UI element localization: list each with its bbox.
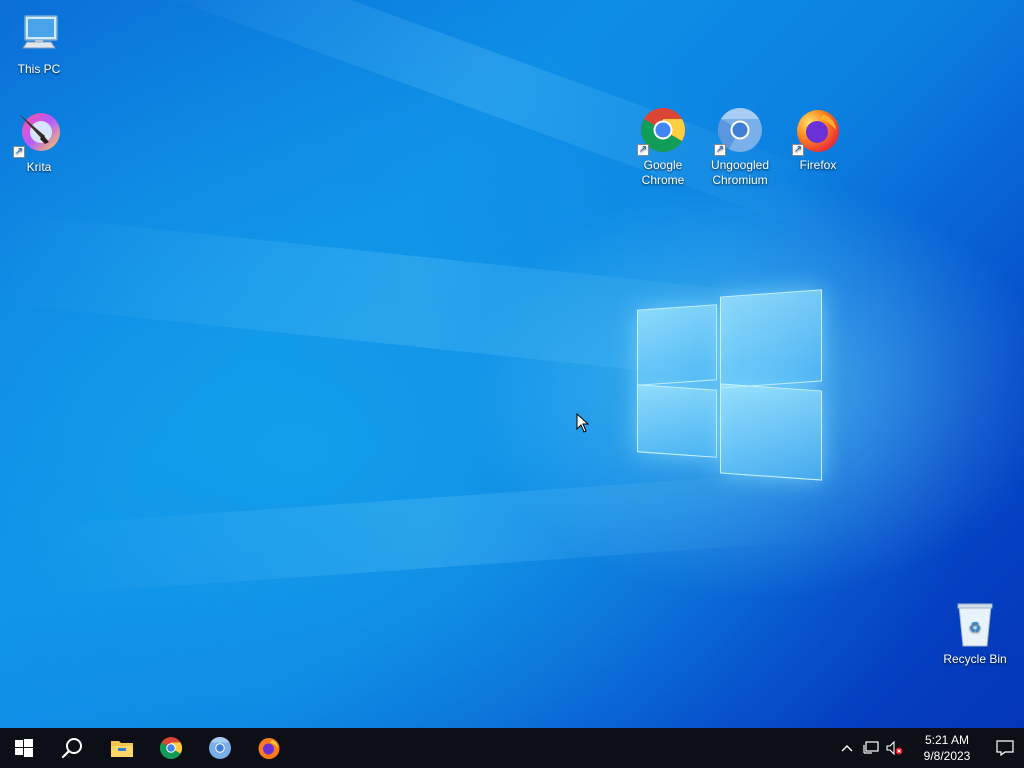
- firefox-icon: ↗: [792, 106, 842, 156]
- chromium-icon: ↗: [714, 106, 764, 156]
- network-icon: [863, 741, 879, 754]
- clock-time: 5:21 AM: [924, 733, 970, 747]
- taskbar: 5:21 AM 9/8/2023: [0, 728, 1024, 768]
- shortcut-arrow-icon: ↗: [13, 146, 25, 158]
- desktop[interactable]: This PC ↗ Krita ↗ Google Chrome ↗ Ungoog…: [0, 0, 1024, 728]
- chrome-icon: ↗: [637, 106, 687, 156]
- search-icon: [61, 738, 82, 759]
- desktop-icon-label: Recycle Bin: [943, 652, 1007, 666]
- clock[interactable]: 5:21 AM 9/8/2023: [908, 728, 986, 768]
- network-button[interactable]: [860, 728, 882, 768]
- desktop-icon-this-pc[interactable]: This PC: [1, 10, 77, 77]
- desktop-icon-label: Ungoogled Chromium: [710, 158, 770, 187]
- start-button[interactable]: [0, 728, 48, 768]
- desktop-icon-label: Krita: [26, 160, 52, 174]
- shortcut-arrow-icon: ↗: [792, 144, 804, 156]
- desktop-icon-ungoogled-chromium[interactable]: ↗ Ungoogled Chromium: [702, 106, 778, 188]
- desktop-icon-firefox[interactable]: ↗ Firefox: [780, 106, 856, 173]
- svg-text:♻: ♻: [969, 620, 982, 636]
- shortcut-arrow-icon: ↗: [714, 144, 726, 156]
- search-button[interactable]: [48, 728, 96, 768]
- volume-button[interactable]: [884, 728, 906, 768]
- taskbar-file-explorer[interactable]: [98, 728, 146, 768]
- taskbar-google-chrome[interactable]: [147, 728, 195, 768]
- desktop-icon-label: Google Chrome: [641, 158, 685, 187]
- chevron-up-icon: [841, 745, 853, 752]
- recycle-bin-icon: ♻: [951, 600, 999, 648]
- desktop-icon-label: This PC: [17, 62, 61, 76]
- taskbar-firefox[interactable]: [245, 728, 293, 768]
- folder-icon: [111, 741, 133, 757]
- krita-icon: ↗: [13, 108, 63, 158]
- action-center-button[interactable]: [990, 728, 1020, 768]
- wallpaper-beam: [39, 470, 833, 596]
- desktop-icon-krita[interactable]: ↗ Krita: [1, 108, 77, 175]
- windows-logo-wallpaper: [630, 285, 830, 485]
- firefox-icon: [258, 738, 280, 759]
- system-tray: 5:21 AM 9/8/2023: [824, 728, 1024, 768]
- chromium-icon: [209, 737, 231, 759]
- windows-start-icon: [15, 739, 33, 757]
- computer-icon: [15, 10, 63, 58]
- desktop-icon-recycle-bin[interactable]: ♻ Recycle Bin: [937, 600, 1013, 667]
- clock-date: 9/8/2023: [923, 749, 971, 763]
- show-hidden-icons-button[interactable]: [836, 728, 858, 768]
- taskbar-ungoogled-chromium[interactable]: [196, 728, 244, 768]
- shortcut-arrow-icon: ↗: [637, 144, 649, 156]
- volume-muted-icon: [886, 741, 903, 755]
- mouse-cursor-icon: [576, 412, 590, 438]
- desktop-icon-label: Firefox: [799, 158, 837, 172]
- desktop-icon-google-chrome[interactable]: ↗ Google Chrome: [625, 106, 701, 188]
- notification-icon: [996, 740, 1014, 756]
- chrome-icon: [160, 737, 182, 759]
